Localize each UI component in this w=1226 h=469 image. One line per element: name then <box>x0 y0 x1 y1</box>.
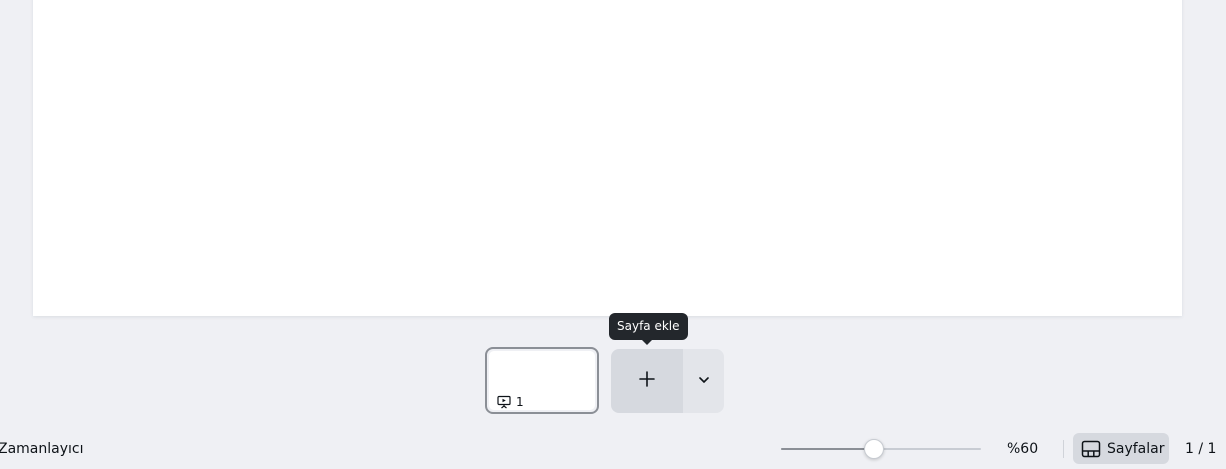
timer-label: Zamanlayıcı <box>0 441 84 457</box>
page-number: 1 <box>516 395 524 409</box>
zoom-slider[interactable] <box>781 437 981 461</box>
zoom-slider-handle[interactable] <box>864 439 884 459</box>
canvas-page[interactable] <box>33 0 1182 316</box>
page-thumbnail[interactable]: 1 <box>485 347 599 414</box>
presentation-icon <box>497 395 511 409</box>
add-page-button[interactable] <box>611 349 683 413</box>
timer-button[interactable]: Zamanlayıcı <box>0 440 84 458</box>
pages-button-label: Sayfalar <box>1107 440 1165 457</box>
add-page-options-button[interactable] <box>683 349 724 413</box>
page-counter: 1 / 1 <box>1185 440 1216 458</box>
plus-icon <box>638 370 656 392</box>
add-page-tooltip-text: Sayfa ekle <box>617 319 680 333</box>
add-page-tooltip: Sayfa ekle <box>609 313 688 345</box>
footer-divider <box>1063 440 1064 458</box>
zoom-slider-fill <box>781 448 873 450</box>
zoom-level[interactable]: %60 <box>1007 440 1038 458</box>
page-thumbnail-label: 1 <box>497 395 524 409</box>
zoom-level-text: %60 <box>1007 441 1039 457</box>
chevron-down-icon <box>697 372 711 391</box>
pages-button[interactable]: Sayfalar <box>1073 433 1169 464</box>
add-page-group <box>611 349 724 413</box>
page-counter-text: 1 / 1 <box>1185 441 1217 457</box>
page-grid-icon <box>1081 440 1101 458</box>
